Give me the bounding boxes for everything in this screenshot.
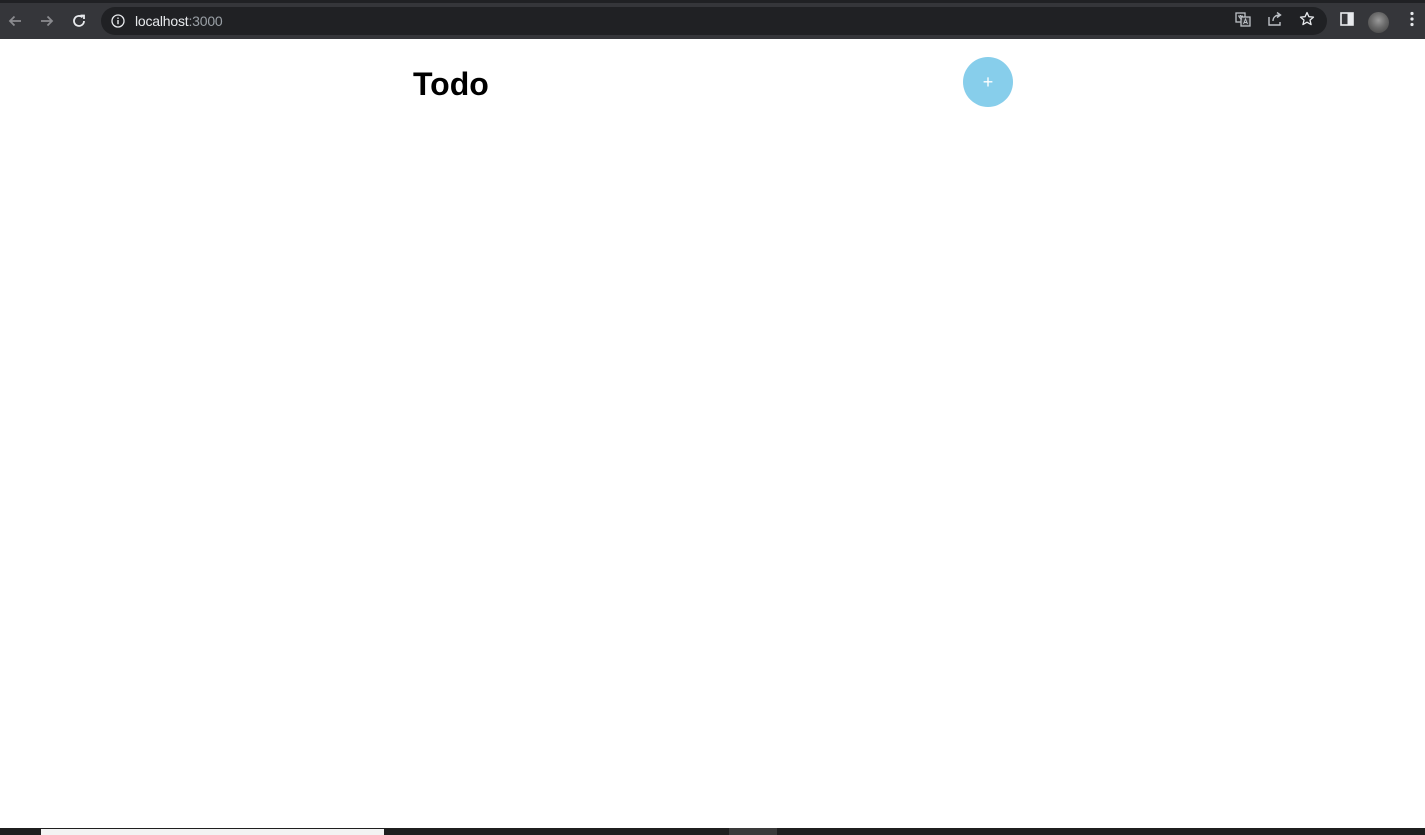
arrow-left-icon [7,13,23,29]
info-icon[interactable] [111,14,125,28]
page-title: Todo [413,66,489,102]
arrow-right-icon [39,13,55,29]
page-content: Todo + [0,39,1425,828]
url-port: :3000 [188,13,223,29]
back-button[interactable] [3,9,27,33]
share-button[interactable] [1265,11,1285,31]
url-host: localhost [135,13,189,29]
side-panel-icon [1339,11,1355,32]
taskbar-thumbnail[interactable] [41,829,384,835]
forward-button[interactable] [35,9,59,33]
share-icon [1267,11,1283,32]
reload-icon [71,13,87,29]
translate-icon [1235,11,1251,32]
address-bar[interactable]: localhost:3000 [101,7,1327,35]
reload-button[interactable] [67,9,91,33]
taskbar-active-app[interactable] [729,828,777,835]
bookmark-button[interactable] [1297,11,1317,31]
kebab-menu-icon [1410,11,1414,32]
avatar[interactable] [1368,12,1389,33]
os-taskbar [0,828,1425,835]
browser-toolbar: localhost:3000 [0,0,1425,39]
side-panel-button[interactable] [1337,11,1357,31]
url-text: localhost:3000 [135,13,223,29]
translate-button[interactable] [1233,11,1253,31]
star-icon [1299,11,1315,32]
browser-menu-button[interactable] [1402,11,1422,31]
add-todo-button[interactable]: + [963,57,1013,107]
